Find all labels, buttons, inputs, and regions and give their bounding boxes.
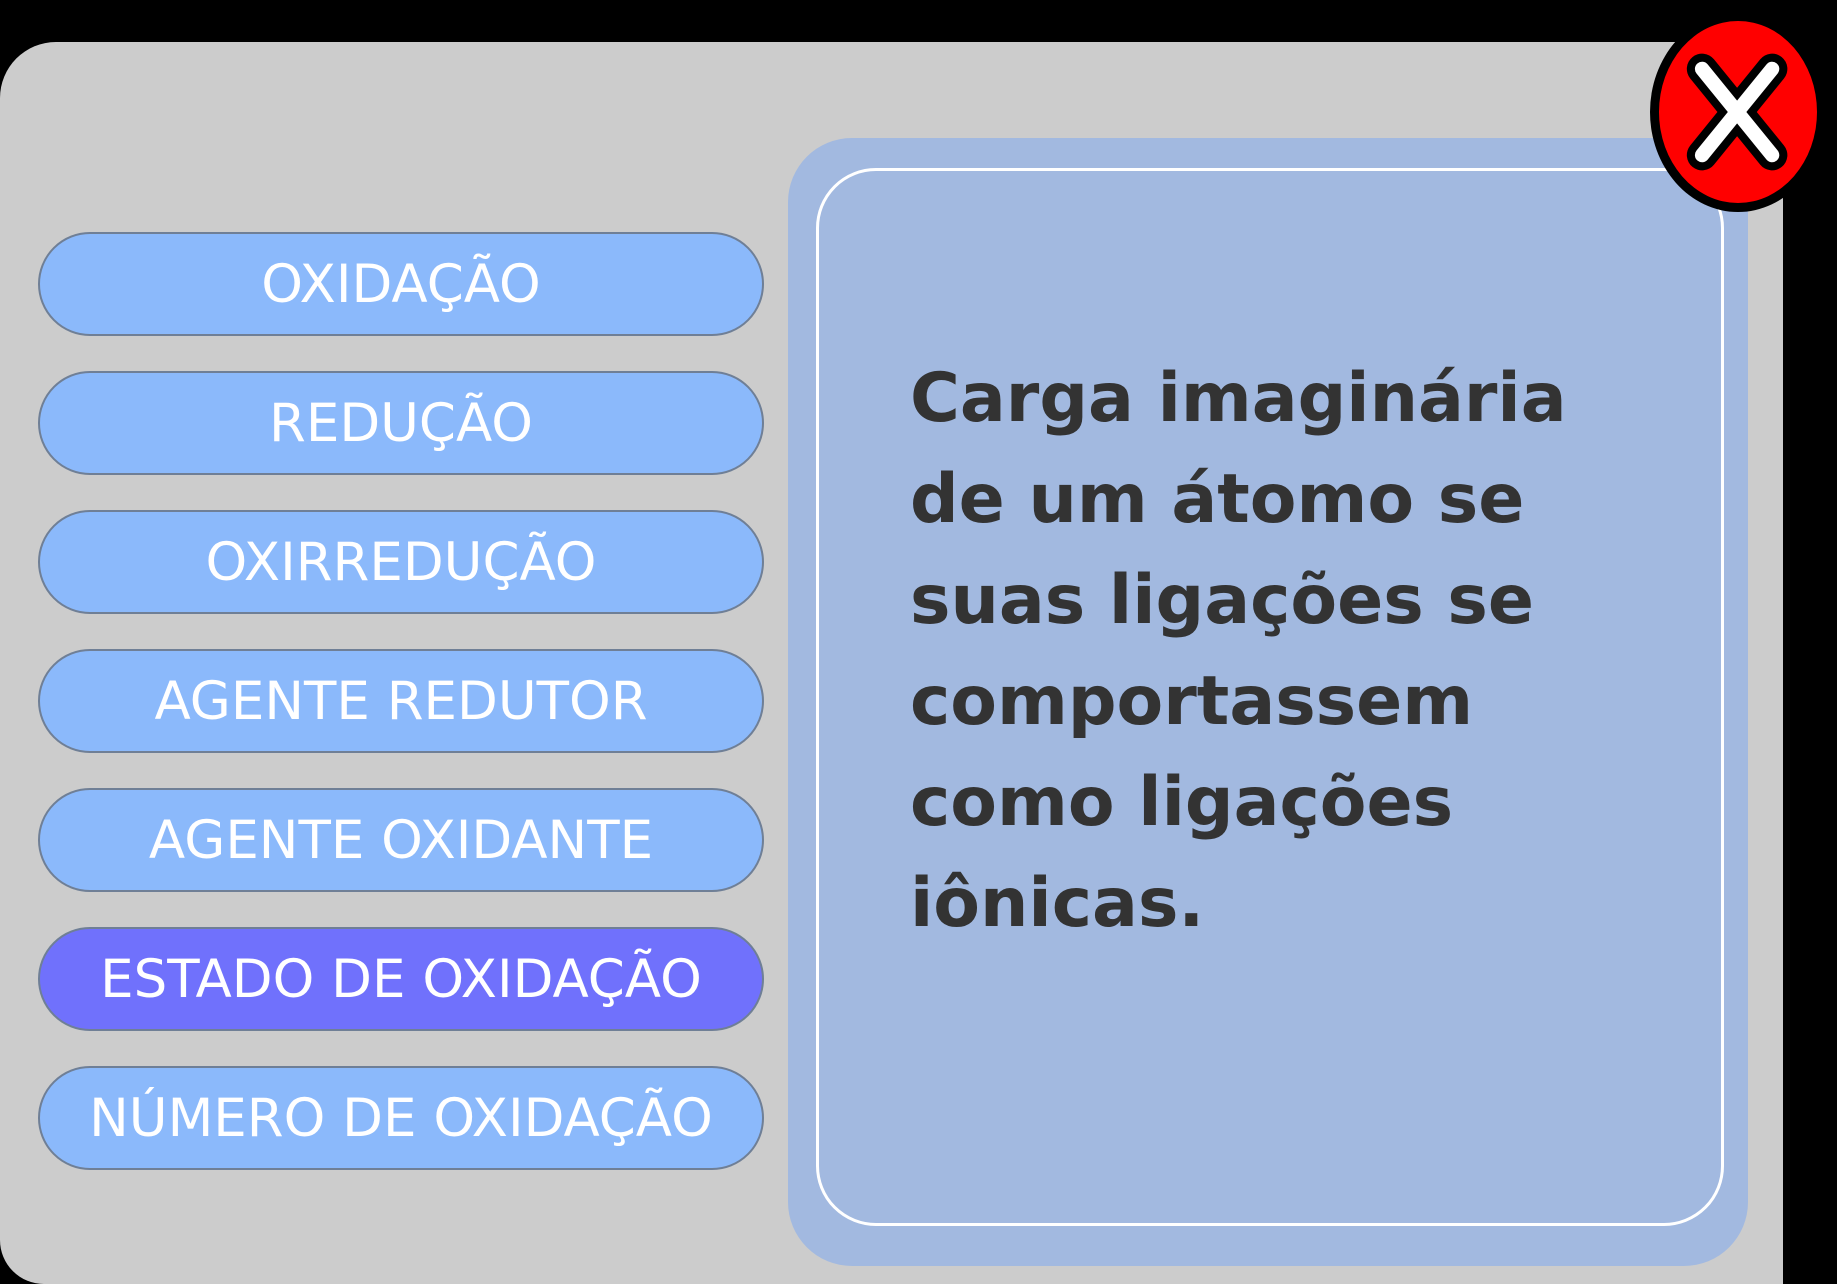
term-button-numero-de-oxidacao[interactable]: NÚMERO DE OXIDAÇÃO (38, 1066, 764, 1170)
term-button-oxidacao[interactable]: OXIDAÇÃO (38, 232, 764, 336)
glossary-window: OXIDAÇÃO REDUÇÃO OXIRREDUÇÃO AGENTE REDU… (0, 42, 1783, 1284)
definition-text: Carga imaginária de um átomo se suas lig… (910, 359, 1567, 943)
term-button-agente-oxidante[interactable]: AGENTE OXIDANTE (38, 788, 764, 892)
term-button-reducao[interactable]: REDUÇÃO (38, 371, 764, 475)
term-button-estado-de-oxidacao[interactable]: ESTADO DE OXIDAÇÃO (38, 927, 764, 1031)
close-button[interactable] (1650, 12, 1826, 212)
close-x-icon (1686, 53, 1788, 171)
term-button-agente-redutor[interactable]: AGENTE REDUTOR (38, 649, 764, 753)
definition-panel: Carga imaginária de um átomo se suas lig… (788, 138, 1748, 1266)
term-button-oxirreducao[interactable]: OXIRREDUÇÃO (38, 510, 764, 614)
